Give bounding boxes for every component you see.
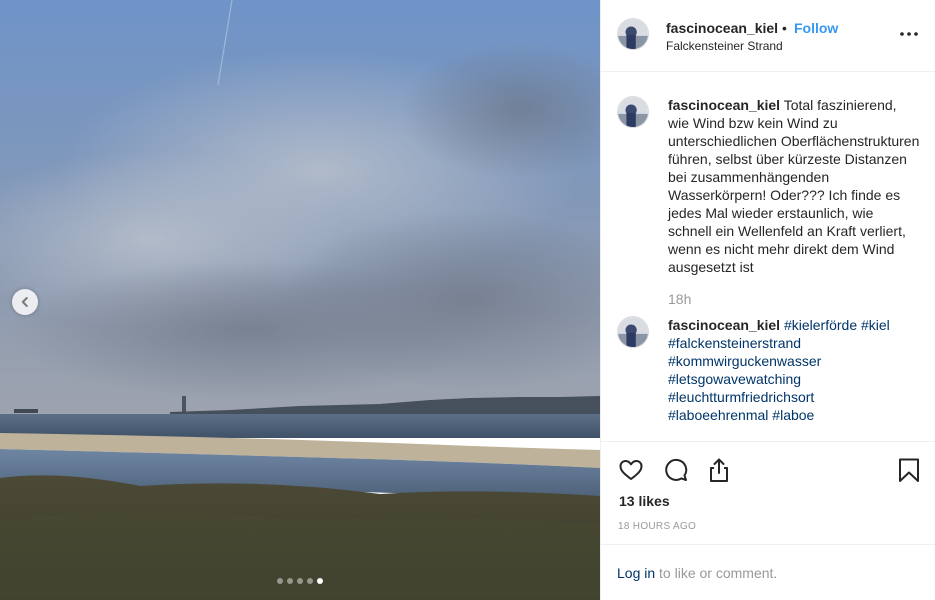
landscape-photo <box>0 0 600 600</box>
carousel-dot <box>307 578 313 584</box>
carousel-dot <box>277 578 283 584</box>
action-bar <box>601 443 935 498</box>
follow-button[interactable]: Follow <box>794 20 838 36</box>
login-suffix: to like or comment. <box>655 565 778 581</box>
likes-count[interactable]: 13 likes <box>619 493 670 509</box>
comment-author[interactable]: fascinocean_kiel <box>668 317 780 333</box>
avatar[interactable] <box>617 18 649 50</box>
heart-icon[interactable] <box>617 456 645 484</box>
hashtag-link[interactable]: #laboe <box>772 407 814 423</box>
caption-time[interactable]: 18h <box>668 291 691 307</box>
comment-icon[interactable] <box>662 456 690 484</box>
separator-dot: • <box>782 20 787 36</box>
post-header: fascinocean_kiel • Follow Falckensteiner… <box>601 0 935 72</box>
caption-body: Total faszinierend, wie Wind bzw kein Wi… <box>668 97 920 275</box>
login-prompt: Log in to like or comment. <box>601 544 935 600</box>
avatar[interactable] <box>617 316 649 348</box>
bookmark-icon[interactable] <box>895 456 923 484</box>
hashtag-link[interactable]: #leuchtturmfriedrichsort <box>668 389 814 405</box>
hashtag-link[interactable]: #falckensteinerstrand <box>668 335 801 351</box>
hashtag-link[interactable]: #laboeehrenmal <box>668 407 768 423</box>
chevron-left-icon <box>21 297 28 307</box>
carousel-dot-active <box>317 578 323 584</box>
post-timestamp[interactable]: 18 HOURS AGO <box>618 521 696 532</box>
hashtag-link[interactable]: #kommwirguckenwasser <box>668 353 821 369</box>
location-link[interactable]: Falckensteiner Strand <box>666 39 783 53</box>
carousel-prev-button[interactable] <box>12 289 38 315</box>
carousel-dot <box>297 578 303 584</box>
login-prompt-text: Log in to like or comment. <box>617 565 777 581</box>
username-link[interactable]: fascinocean_kiel <box>666 20 778 36</box>
carousel-dot <box>287 578 293 584</box>
carousel-indicator <box>0 578 600 584</box>
caption-text: fascinocean_kiel Total faszinierend, wie… <box>668 96 920 276</box>
hashtag-link[interactable]: #kielerförde <box>784 317 857 333</box>
comments-section: fascinocean_kiel Total faszinierend, wie… <box>601 72 935 442</box>
share-icon[interactable] <box>705 456 733 484</box>
avatar[interactable] <box>617 96 649 128</box>
post-side-panel: fascinocean_kiel • Follow Falckensteiner… <box>600 0 935 600</box>
more-options-icon[interactable] <box>899 24 919 44</box>
login-link[interactable]: Log in <box>617 565 655 581</box>
post-photo[interactable] <box>0 0 600 600</box>
hashtag-link[interactable]: #kiel <box>861 317 890 333</box>
comment-text: fascinocean_kiel #kielerförde #kiel #fal… <box>668 316 920 424</box>
hashtag-link[interactable]: #letsgowavewatching <box>668 371 801 387</box>
caption-author[interactable]: fascinocean_kiel <box>668 97 780 113</box>
